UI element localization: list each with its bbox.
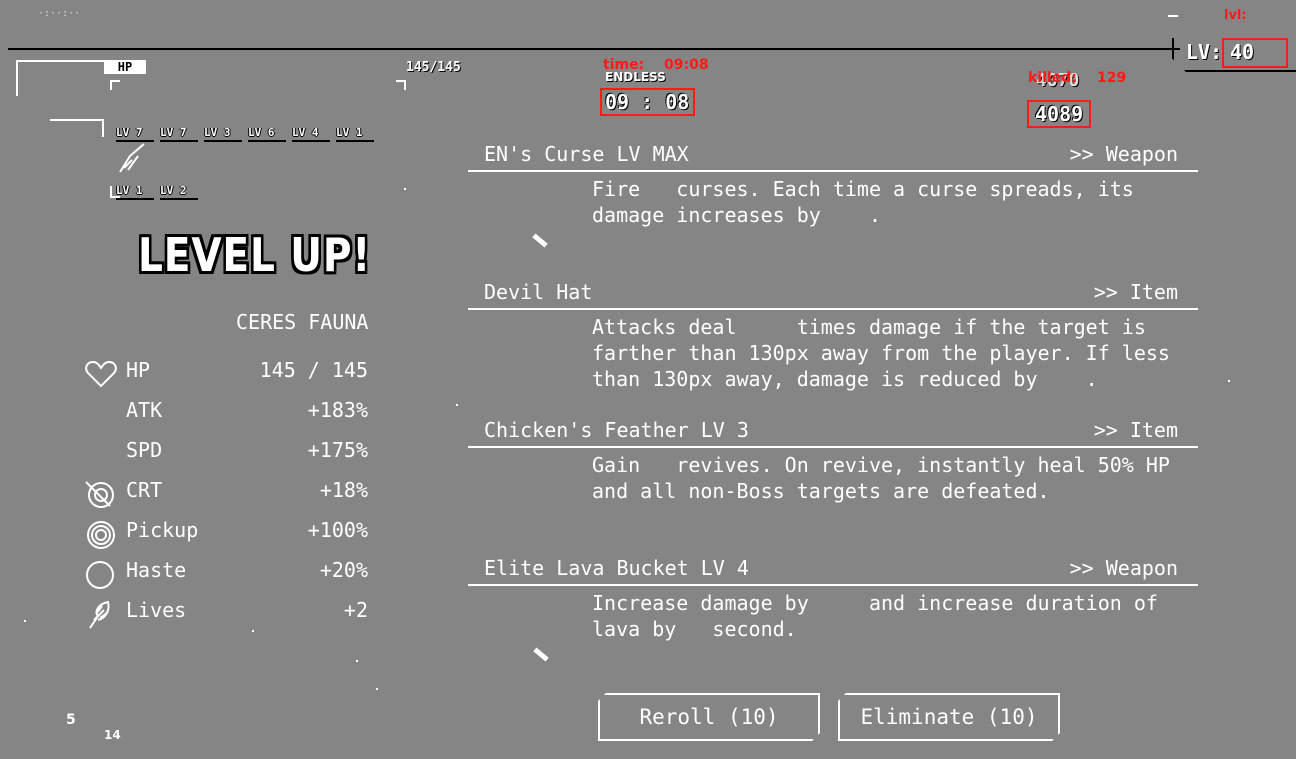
bottom-left-counter-b: 14 bbox=[104, 728, 121, 742]
stat-value: +2 bbox=[343, 598, 368, 622]
debug-lvl-tag: lvl: bbox=[1224, 8, 1247, 23]
stat-row-haste: Haste +20% bbox=[84, 558, 368, 590]
upgrade-header: Elite Lava Bucket LV 4 >> Weapon bbox=[468, 554, 1198, 586]
top-dash bbox=[1168, 15, 1178, 17]
pixel-dot bbox=[404, 188, 406, 190]
weapon-level-chip: LV 1 bbox=[336, 126, 374, 142]
upgrade-card-ens-curse[interactable]: EN's Curse LV MAX >> Weapon Fire curses.… bbox=[468, 140, 1198, 260]
stat-row-atk: ATK +183% bbox=[84, 398, 368, 428]
level-label: LV: bbox=[1186, 40, 1223, 64]
upgrade-title: Chicken's Feather LV 3 bbox=[484, 418, 749, 442]
stat-label: Haste bbox=[126, 558, 187, 582]
eliminate-button[interactable]: Eliminate (10) bbox=[838, 693, 1060, 741]
upgrade-title: Devil Hat bbox=[484, 280, 593, 304]
upgrade-description: Attacks deal times damage if the target … bbox=[592, 315, 1170, 391]
item-levels: LV 1 LV 2 bbox=[116, 179, 204, 200]
upgrade-type: >> Item bbox=[1093, 418, 1178, 442]
stat-label: Lives bbox=[126, 598, 187, 622]
stat-row-crt: CRT +18% bbox=[84, 478, 368, 508]
upgrade-type: >> Weapon bbox=[1069, 556, 1178, 580]
weapon-level-chip: LV 3 bbox=[204, 126, 242, 142]
upgrade-header: Devil Hat >> Item bbox=[468, 278, 1198, 310]
upgrade-type: >> Item bbox=[1093, 280, 1178, 304]
feather-icon bbox=[84, 600, 118, 630]
debug-time-value: 09:08 bbox=[664, 57, 709, 73]
reroll-button[interactable]: Reroll (10) bbox=[598, 693, 820, 741]
upgrade-title: Elite Lava Bucket LV 4 bbox=[484, 556, 749, 580]
stat-label: HP bbox=[126, 358, 151, 382]
upgrade-description: Gain revives. On revive, instantly heal … bbox=[592, 453, 1170, 503]
character-name: CERES FAUNA bbox=[236, 310, 369, 334]
pixel-dot bbox=[1228, 380, 1230, 382]
pickup-rings-icon bbox=[84, 520, 118, 550]
weapon-level-chip: LV 7 bbox=[160, 126, 198, 142]
level-value: 40 bbox=[1230, 40, 1255, 64]
hp-bar-frame bbox=[16, 60, 106, 96]
item-level-chip: LV 1 bbox=[116, 184, 154, 200]
feather-weapon-icon bbox=[116, 142, 148, 174]
timer: 09 : 08 bbox=[605, 90, 690, 114]
upgrade-header: EN's Curse LV MAX >> Weapon bbox=[468, 140, 1198, 172]
upgrade-title: EN's Curse LV MAX bbox=[484, 142, 689, 166]
stat-label: ATK bbox=[126, 398, 163, 422]
stat-label: CRT bbox=[126, 478, 163, 502]
pixel-dot bbox=[252, 630, 254, 632]
stat-value: +100% bbox=[307, 518, 368, 542]
bottom-left-counter-a: 5 bbox=[66, 712, 76, 728]
corner-text: ·:··:·· bbox=[38, 8, 81, 19]
stat-label: SPD bbox=[126, 438, 163, 462]
upgrade-description: Increase damage by and increase duration… bbox=[592, 591, 1158, 641]
hp-bar-corner-left bbox=[110, 80, 120, 90]
weapon-level-chip: LV 6 bbox=[248, 126, 286, 142]
weapon-level-chip: LV 4 bbox=[292, 126, 330, 142]
weapon-levels: LV 7 LV 7 LV 3 LV 6 LV 4 LV 1 bbox=[116, 121, 380, 142]
upgrade-description: Fire curses. Each time a curse spreads, … bbox=[592, 177, 1134, 227]
hp-count: 145/145 bbox=[406, 60, 461, 75]
stat-row-hp: HP 145 / 145 bbox=[84, 358, 368, 388]
stat-value: +18% bbox=[319, 478, 368, 502]
hp-bar-corner-right bbox=[396, 80, 406, 90]
upgrade-card-elite-lava-bucket[interactable]: Elite Lava Bucket LV 4 >> Weapon Increas… bbox=[468, 554, 1198, 674]
debug-killed-value: 129 bbox=[1097, 70, 1127, 86]
timer-mode: ENDLESS bbox=[605, 70, 666, 84]
hp-label: HP bbox=[104, 60, 146, 74]
pixel-dot bbox=[356, 660, 358, 662]
upgrade-type: >> Weapon bbox=[1069, 142, 1178, 166]
stat-value: +20% bbox=[319, 558, 368, 582]
stat-row-spd: SPD +175% bbox=[84, 438, 368, 468]
haste-circle-icon bbox=[84, 560, 118, 590]
upgrade-header: Chicken's Feather LV 3 >> Item bbox=[468, 416, 1198, 448]
heart-icon bbox=[84, 360, 118, 390]
pixel-dot bbox=[456, 404, 458, 406]
debug-killed-tag: killed: bbox=[1028, 70, 1077, 86]
upgrade-card-chickens-feather[interactable]: Chicken's Feather LV 3 >> Item Gain revi… bbox=[468, 416, 1198, 546]
stat-value: +175% bbox=[307, 438, 368, 462]
stat-row-pickup: Pickup +100% bbox=[84, 518, 368, 550]
upgrade-card-devil-hat[interactable]: Devil Hat >> Item Attacks deal times dam… bbox=[468, 278, 1198, 408]
stat-label: Pickup bbox=[126, 518, 199, 542]
stat-row-lives: Lives +2 bbox=[84, 598, 368, 630]
kill-count: 4089 bbox=[1035, 102, 1084, 126]
hud-top-line bbox=[8, 48, 1180, 50]
pixel-dot bbox=[376, 688, 378, 690]
weapon-slot-line bbox=[50, 119, 104, 137]
crit-target-icon bbox=[84, 480, 118, 510]
level-up-title: LEVEL UP! bbox=[138, 228, 372, 282]
stat-value: +183% bbox=[307, 398, 368, 422]
weapon-level-chip: LV 7 bbox=[116, 126, 154, 142]
stat-value: 145 / 145 bbox=[259, 358, 368, 382]
pixel-dot bbox=[24, 620, 26, 622]
item-level-chip: LV 2 bbox=[160, 184, 198, 200]
